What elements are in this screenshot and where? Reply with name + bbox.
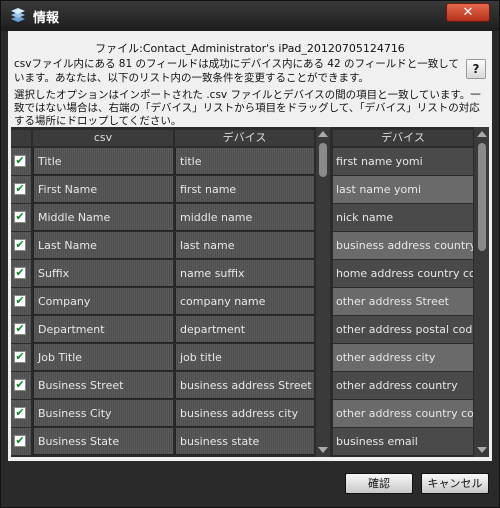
- row-checkbox-cell: ✔: [11, 260, 31, 287]
- device-list-item[interactable]: other address postal code: [333, 316, 473, 343]
- table-row[interactable]: ✔ Middle Name middle name: [11, 204, 314, 231]
- row-checkbox[interactable]: ✔: [14, 407, 26, 419]
- device-list-scrollbar[interactable]: [474, 127, 489, 457]
- device-field-cell[interactable]: title: [175, 148, 314, 175]
- device-field-cell[interactable]: job title: [175, 344, 314, 371]
- scroll-down-icon[interactable]: [477, 447, 487, 453]
- device-list: デバイス first name yomi last name yomi nick n…: [333, 127, 473, 457]
- device-list-item[interactable]: business email: [333, 428, 473, 455]
- row-checkbox-cell: ✔: [11, 316, 31, 343]
- device-list-item[interactable]: last name yomi: [333, 176, 473, 203]
- csv-field-cell: First Name: [33, 176, 173, 203]
- device-field-cell[interactable]: business address city: [175, 400, 314, 427]
- table-row[interactable]: ✔ Business State business state: [11, 428, 314, 455]
- table-row[interactable]: ✔ Job Title job title: [11, 344, 314, 371]
- device-field-cell[interactable]: business state: [175, 428, 314, 455]
- csv-field-cell: Last Name: [33, 232, 173, 259]
- device-list-item[interactable]: home address country code: [333, 260, 473, 287]
- cancel-button[interactable]: キャンセル: [421, 473, 489, 494]
- device-list-item[interactable]: other address country code: [333, 400, 473, 427]
- row-checkbox[interactable]: ✔: [14, 379, 26, 391]
- device-field-cell[interactable]: first name: [175, 176, 314, 203]
- csv-field-cell: Company: [33, 288, 173, 315]
- row-checkbox-cell: ✔: [11, 288, 31, 315]
- device-field-cell[interactable]: last name: [175, 232, 314, 259]
- table-row[interactable]: ✔ Business Street business address Street: [11, 372, 314, 399]
- table-row[interactable]: ✔ Business City business address city: [11, 400, 314, 427]
- device-list-item[interactable]: other address city: [333, 344, 473, 371]
- device-list-item[interactable]: first name yomi: [333, 148, 473, 175]
- scroll-down-icon[interactable]: [318, 447, 328, 453]
- device-field-cell[interactable]: company name: [175, 288, 314, 315]
- app-icon: [11, 8, 25, 22]
- row-checkbox[interactable]: ✔: [14, 351, 26, 363]
- row-checkbox[interactable]: ✔: [14, 435, 26, 447]
- window-title: 情報: [33, 11, 60, 26]
- row-checkbox[interactable]: ✔: [14, 323, 26, 335]
- device-list-header: デバイス: [333, 130, 473, 146]
- csv-field-cell: Business Street: [33, 372, 173, 399]
- table-row[interactable]: ✔ Company company name: [11, 288, 314, 315]
- help-button[interactable]: ?: [466, 59, 486, 79]
- row-checkbox[interactable]: ✔: [14, 295, 26, 307]
- row-checkbox[interactable]: ✔: [14, 267, 26, 279]
- row-checkbox-cell: ✔: [11, 176, 31, 203]
- instructions-text: 選択したオプションはインポートされた .csv ファイルとデバイスの間の項目と一…: [14, 89, 481, 127]
- csv-field-cell: Department: [33, 316, 173, 343]
- row-checkbox[interactable]: ✔: [14, 155, 26, 167]
- row-checkbox-cell: ✔: [11, 372, 31, 399]
- csv-field-cell: Job Title: [33, 344, 173, 371]
- header-device[interactable]: デバイス: [175, 130, 314, 146]
- row-checkbox-cell: ✔: [11, 232, 31, 259]
- dialog-content: ファイル:Contact_Administrator's iPad_201207…: [8, 31, 492, 461]
- row-checkbox[interactable]: ✔: [14, 183, 26, 195]
- row-checkbox-cell: ✔: [11, 204, 31, 231]
- csv-field-cell: Business City: [33, 400, 173, 427]
- table-row[interactable]: ✔ Department department: [11, 316, 314, 343]
- scroll-up-icon[interactable]: [318, 131, 328, 137]
- scroll-thumb[interactable]: [478, 143, 486, 251]
- row-checkbox-cell: ✔: [11, 400, 31, 427]
- ok-button[interactable]: 確認: [345, 473, 413, 494]
- row-checkbox[interactable]: ✔: [14, 211, 26, 223]
- device-list-item[interactable]: nick name: [333, 204, 473, 231]
- device-list-item[interactable]: other address Street: [333, 288, 473, 315]
- device-field-cell[interactable]: business address Street: [175, 372, 314, 399]
- table-row[interactable]: ✔ First Name first name: [11, 176, 314, 203]
- csv-field-cell: Middle Name: [33, 204, 173, 231]
- scroll-thumb[interactable]: [319, 143, 327, 177]
- dialog-window: 情報 ✕ ファイル:Contact_Administrator's iPad_2…: [0, 0, 500, 508]
- file-label: ファイル:Contact_Administrator's iPad_201207…: [95, 42, 405, 55]
- row-checkbox-cell: ✔: [11, 148, 31, 175]
- device-list-item[interactable]: other address country: [333, 372, 473, 399]
- description-text: csvファイル内にある 81 のフィールドは成功にデバイス内にある 42 のフィ…: [14, 58, 459, 84]
- header-check: [11, 130, 31, 146]
- scroll-up-icon[interactable]: [477, 131, 487, 137]
- mapping-area: csv デバイス ✔ Title title ✔ First Name first nam…: [11, 127, 489, 457]
- device-field-cell[interactable]: department: [175, 316, 314, 343]
- mapping-table: csv デバイス ✔ Title title ✔ First Name first nam…: [11, 127, 314, 457]
- table-scrollbar[interactable]: [316, 127, 330, 457]
- device-field-cell[interactable]: name suffix: [175, 260, 314, 287]
- close-button[interactable]: ✕: [446, 3, 490, 22]
- title-bar[interactable]: 情報 ✕: [1, 1, 499, 31]
- header-csv[interactable]: csv: [33, 130, 173, 146]
- table-row[interactable]: ✔ Suffix name suffix: [11, 260, 314, 287]
- row-checkbox-cell: ✔: [11, 428, 31, 455]
- table-row[interactable]: ✔ Last Name last name: [11, 232, 314, 259]
- row-checkbox-cell: ✔: [11, 344, 31, 371]
- table-row[interactable]: ✔ Title title: [11, 148, 314, 175]
- device-field-cell[interactable]: middle name: [175, 204, 314, 231]
- csv-field-cell: Title: [33, 148, 173, 175]
- device-list-item[interactable]: business address country code: [333, 232, 473, 259]
- csv-field-cell: Business State: [33, 428, 173, 455]
- row-checkbox[interactable]: ✔: [14, 239, 26, 251]
- csv-field-cell: Suffix: [33, 260, 173, 287]
